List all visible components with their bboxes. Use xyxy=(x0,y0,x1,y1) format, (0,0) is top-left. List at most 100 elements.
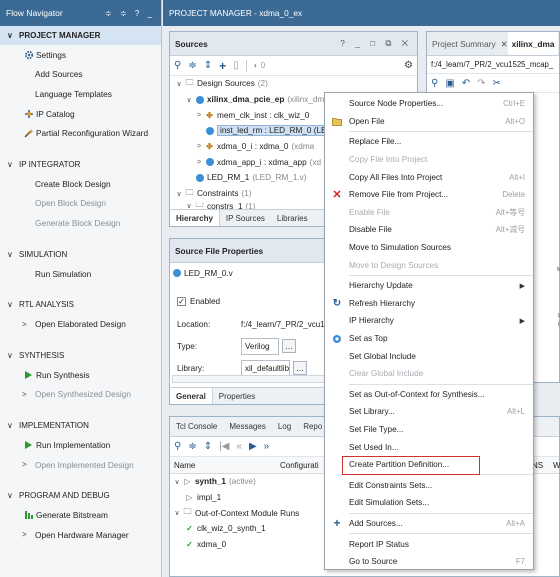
search-icon[interactable]: ⚲ xyxy=(174,441,181,452)
menu-item-label: Edit Simulation Sets... xyxy=(349,498,430,508)
menu-item-hierarchy-update[interactable]: Hierarchy Update ▶ xyxy=(325,277,533,295)
nav-open-synthesized-design[interactable]: > Open Synthesized Design xyxy=(0,385,161,405)
expand-all-icon[interactable]: ⇕ xyxy=(204,60,212,71)
undo-icon[interactable]: ↶ xyxy=(462,78,470,89)
nav-generate-block-design[interactable]: Generate Block Design xyxy=(0,213,161,233)
first-icon[interactable]: |◀ xyxy=(219,441,229,452)
menu-item-add-sources[interactable]: + Add Sources... Alt+A xyxy=(325,515,533,533)
tab-general[interactable]: General xyxy=(170,388,213,404)
type-browse-button[interactable]: … xyxy=(282,339,296,353)
toggle-icon[interactable]: ◐ 0 xyxy=(254,61,266,70)
tab-project-summary[interactable]: Project Summary xyxy=(427,39,501,49)
menu-item-remove-file-from-project[interactable]: ✕ Remove File from Project... Delete xyxy=(325,186,533,204)
flow-navigator-controls[interactable]: ≑ ≑ ? _ xyxy=(105,9,155,18)
section-ip-integrator[interactable]: ∨ IP INTEGRATOR xyxy=(0,155,161,174)
tab-tcl-console[interactable]: Tcl Console xyxy=(170,417,223,436)
col-name[interactable]: Name xyxy=(170,461,280,470)
nav-open-implemented-design[interactable]: > Open Implemented Design xyxy=(0,455,161,475)
menu-item-set-used-in[interactable]: Set Used In... xyxy=(325,438,533,456)
next-icon[interactable]: » xyxy=(264,441,270,452)
menu-item-create-partition-definition[interactable]: Create Partition Definition... xyxy=(325,455,533,475)
section-implementation[interactable]: ∨ IMPLEMENTATION xyxy=(0,416,161,435)
tab-ip-sources[interactable]: IP Sources xyxy=(220,210,271,226)
nav-create-block-design[interactable]: Create Block Design xyxy=(0,174,161,194)
menu-item-edit-simulation-sets[interactable]: Edit Simulation Sets... xyxy=(325,494,533,512)
chevron-right-icon: > xyxy=(196,111,202,119)
nav-ip-catalog[interactable]: IP Catalog xyxy=(0,104,161,124)
col-w[interactable]: W xyxy=(553,461,560,470)
menu-item-refresh-hierarchy[interactable]: ↻ Refresh Hierarchy xyxy=(325,295,533,313)
window-controls[interactable]: ? _ □ ⧉ ✕ xyxy=(340,38,412,49)
tab-properties[interactable]: Properties xyxy=(213,388,261,404)
menu-item-label: Remove File from Project... xyxy=(349,190,449,200)
previous-icon[interactable]: « xyxy=(236,441,242,452)
section-rtl-analysis[interactable]: ∨ RTL ANALYSIS xyxy=(0,295,161,314)
file-properties-icon[interactable]: ▯ xyxy=(233,60,239,71)
menu-item-go-to-source[interactable]: Go to Source F7 xyxy=(325,553,533,571)
menu-item-set-as-out-of-context-for-synthesis[interactable]: Set as Out-of-Context for Synthesis... xyxy=(325,386,533,404)
menu-item-open-file[interactable]: Open File Alt+O xyxy=(325,113,533,131)
nav-run-implementation[interactable]: Run Implementation xyxy=(0,435,161,455)
menu-item-set-file-type[interactable]: Set File Type... xyxy=(325,421,533,439)
menu-item-move-to-simulation-sources[interactable]: Move to Simulation Sources xyxy=(325,239,533,257)
add-icon[interactable]: + xyxy=(219,59,226,73)
play-icon[interactable]: ▶ xyxy=(249,441,257,452)
tab-messages[interactable]: Messages xyxy=(223,417,271,436)
nav-run-simulation[interactable]: Run Simulation xyxy=(0,264,161,284)
section-program-and-debug[interactable]: ∨ PROGRAM AND DEBUG xyxy=(0,486,161,505)
menu-item-copy-file-into-project[interactable]: Copy File Into Project xyxy=(325,151,533,169)
tree-design-sources[interactable]: ∨ 🗀 Design Sources (2) xyxy=(170,76,417,92)
nav-run-synthesis[interactable]: Run Synthesis xyxy=(0,365,161,385)
menu-item-replace-file[interactable]: Replace File... xyxy=(325,133,533,151)
menu-item-move-to-design-sources[interactable]: Move to Design Sources xyxy=(325,256,533,274)
menu-item-set-global-include[interactable]: Set Global Include xyxy=(325,347,533,365)
nav-open-block-design[interactable]: Open Block Design xyxy=(0,194,161,214)
nav-partial-reconfiguration-wizard[interactable]: Partial Reconfiguration Wizard xyxy=(0,123,161,143)
menu-item-report-ip-status[interactable]: Report IP Status xyxy=(325,535,533,553)
menu-item-set-library[interactable]: Set Library... Alt+L xyxy=(325,403,533,421)
nav-generate-bitstream[interactable]: Generate Bitstream xyxy=(0,505,161,525)
section-synthesis[interactable]: ∨ SYNTHESIS xyxy=(0,346,161,365)
menu-item-enable-file[interactable]: Enable File Alt+等号 xyxy=(325,204,533,222)
nav-language-templates[interactable]: Language Templates xyxy=(0,84,161,104)
menu-item-set-as-top[interactable]: Set as Top xyxy=(325,330,533,348)
tab-xilinx-dma[interactable]: xilinx_dma xyxy=(507,32,559,55)
search-icon[interactable]: ⚲ xyxy=(174,60,181,71)
library-field[interactable]: xil_defaultlib xyxy=(241,359,290,377)
menu-item-copy-all-files-into-project[interactable]: Copy All Files Into Project Alt+I xyxy=(325,168,533,186)
menu-item-label: Refresh Hierarchy xyxy=(349,298,415,308)
menu-item-edit-constraints-sets[interactable]: Edit Constraints Sets... xyxy=(325,476,533,494)
collapse-all-icon[interactable]: ≑ xyxy=(188,441,196,452)
gear-icon[interactable]: ⚙ xyxy=(404,60,413,71)
section-simulation[interactable]: ∨ SIMULATION xyxy=(0,245,161,264)
redo-icon[interactable]: ↷ xyxy=(477,78,485,89)
menu-item-disable-file[interactable]: Disable File Alt+减号 xyxy=(325,221,533,239)
enabled-checkbox[interactable]: ✓ xyxy=(177,296,186,306)
nav-settings[interactable]: Settings xyxy=(0,45,161,65)
section-label: PROGRAM AND DEBUG xyxy=(19,491,110,501)
menu-item-clear-global-include[interactable]: Clear Global Include xyxy=(325,365,533,383)
chevron-down-icon: ∨ xyxy=(7,159,13,169)
menu-separator xyxy=(349,131,533,133)
tab-hierarchy[interactable]: Hierarchy xyxy=(170,210,220,226)
menu-item-ip-hierarchy[interactable]: IP Hierarchy ▶ xyxy=(325,312,533,330)
type-field[interactable]: Verilog xyxy=(241,337,279,355)
close-icon[interactable]: ✕ xyxy=(501,39,508,49)
tab-log[interactable]: Log xyxy=(272,417,297,436)
menu-item-label: Open File xyxy=(349,116,385,126)
collapse-all-icon[interactable]: ≑ xyxy=(188,60,196,71)
col-configuration[interactable]: Configurati xyxy=(280,461,319,470)
cut-icon[interactable]: ✂ xyxy=(493,78,501,89)
section-project-manager[interactable]: ∨ PROJECT MANAGER xyxy=(0,26,161,45)
nav-add-sources[interactable]: Add Sources xyxy=(0,65,161,85)
search-icon[interactable]: ⚲ xyxy=(431,78,438,89)
library-browse-button[interactable]: … xyxy=(293,361,307,375)
nav-open-hardware-manager[interactable]: > Open Hardware Manager xyxy=(0,525,161,545)
expand-all-icon[interactable]: ⇕ xyxy=(204,441,212,452)
menu-item-source-node-properties[interactable]: Source Node Properties... Ctrl+E xyxy=(325,95,533,113)
save-icon[interactable]: ▣ xyxy=(445,78,454,89)
folder-icon: 🗀 xyxy=(185,77,194,87)
nav-label: IP Catalog xyxy=(36,108,75,119)
nav-open-elaborated-design[interactable]: > Open Elaborated Design xyxy=(0,314,161,334)
tab-libraries[interactable]: Libraries xyxy=(271,210,314,226)
